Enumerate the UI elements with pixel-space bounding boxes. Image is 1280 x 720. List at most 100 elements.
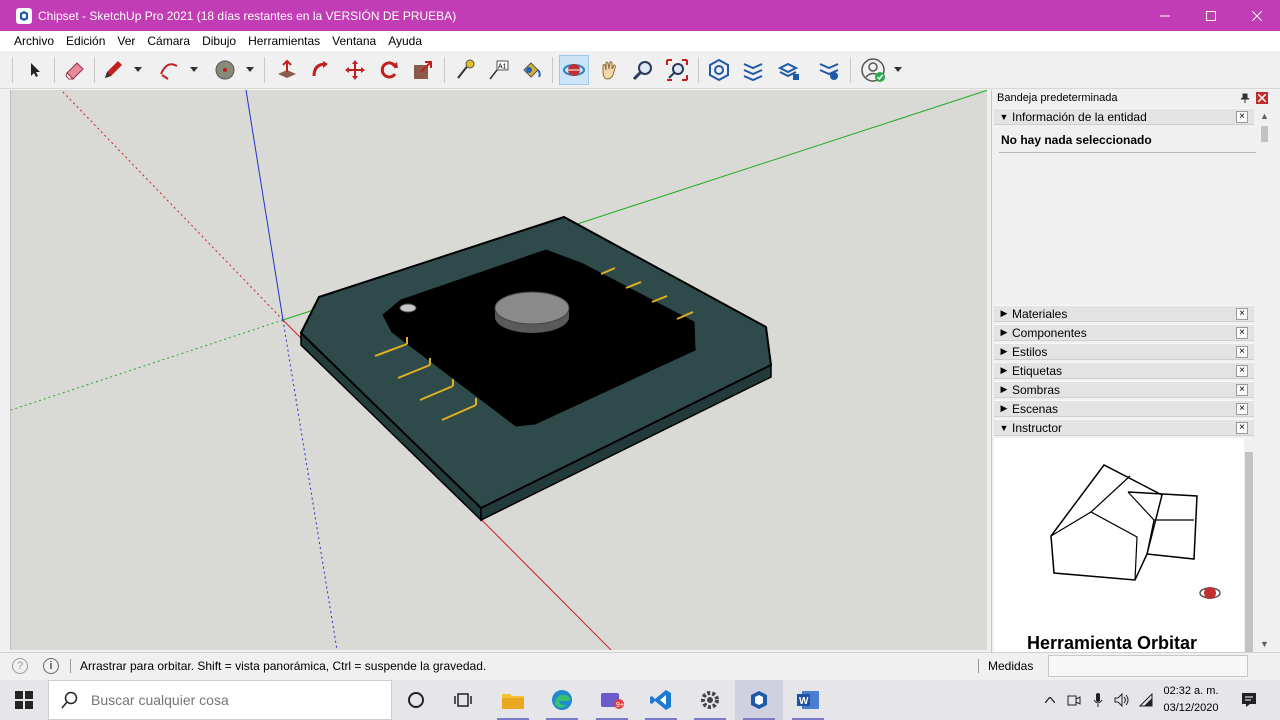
eraser-tool-button[interactable] [60,55,90,85]
word-button[interactable]: W [784,680,832,720]
expanded-triangle-icon: ▼ [999,422,1009,433]
text-tool-button[interactable]: A1 [484,55,514,85]
menu-archivo[interactable]: Archivo [8,31,60,51]
info-icon[interactable]: i [43,658,59,674]
orbit-cursor-icon [1199,587,1221,599]
extension-manager-button[interactable] [814,55,844,85]
orbit-tool-button[interactable] [559,55,589,85]
toolbar-separator [54,57,55,83]
scroll-down-arrow-icon[interactable]: ▼ [1258,638,1271,651]
profile-dropdown[interactable] [893,63,903,75]
panel-escenas[interactable]: ▶ Escenas × [994,400,1254,417]
geolocation-icon[interactable]: ? [12,658,28,674]
volume-button[interactable] [1110,680,1134,720]
search-input[interactable] [91,692,371,708]
arc-tool-button[interactable] [154,55,184,85]
close-panel-button[interactable]: × [1236,327,1248,339]
drawing-viewport[interactable] [10,90,987,650]
instructor-scrollbar[interactable] [1244,438,1254,652]
word-icon: W [797,691,819,709]
offset-tool-button[interactable] [306,55,336,85]
tray-scrollbar[interactable]: ▲ ▼ [1258,110,1271,652]
sketchup-taskbar-button[interactable] [735,680,783,720]
panel-materiales[interactable]: ▶ Materiales × [994,305,1254,322]
zoom-tool-button[interactable] [628,55,658,85]
notification-icon [1242,693,1256,707]
windows-logo-icon [15,691,33,709]
meet-now-button[interactable] [1062,680,1086,720]
menu-camara[interactable]: Cámara [141,31,196,51]
instructor-scroll-thumb[interactable] [1245,452,1253,652]
large-toolset-toolbar: A1 [0,51,1280,89]
network-button[interactable] [1134,680,1158,720]
green-axis-negative [11,319,284,411]
select-tool-button[interactable] [20,55,50,85]
vscode-button[interactable] [637,680,685,720]
microphone-button[interactable] [1086,680,1110,720]
menu-ver[interactable]: Ver [111,31,141,51]
3d-warehouse-button[interactable] [704,55,734,85]
minimize-button[interactable] [1142,0,1188,31]
menu-herramientas[interactable]: Herramientas [242,31,326,51]
wifi-icon [1138,693,1153,707]
close-panel-button[interactable]: × [1236,308,1248,320]
microphone-icon [1093,693,1103,707]
notification-center-button[interactable] [1234,680,1264,720]
show-hidden-icons-button[interactable] [1038,680,1062,720]
panel-componentes[interactable]: ▶ Componentes × [994,324,1254,341]
tape-measure-tool-button[interactable] [450,55,480,85]
pin-icon [1240,93,1250,103]
close-panel-button[interactable]: × [1236,111,1248,123]
panel-entity-info[interactable]: ▼ Información de la entidad × [994,108,1254,125]
close-panel-button[interactable]: × [1236,365,1248,377]
menu-edicion[interactable]: Edición [60,31,111,51]
shapes-tool-button[interactable] [210,55,240,85]
line-tool-button[interactable] [98,55,128,85]
pan-tool-button[interactable] [594,55,624,85]
shapes-tool-dropdown[interactable] [245,63,255,75]
pin-tray-button[interactable] [1239,92,1251,104]
layout-send-button[interactable] [774,55,804,85]
warehouse-icon [709,58,729,82]
cortana-button[interactable] [392,680,440,720]
move-tool-button[interactable] [340,55,370,85]
close-tray-button[interactable] [1256,92,1268,104]
start-button[interactable] [0,680,48,720]
close-window-button[interactable] [1234,0,1280,31]
scale-tool-button[interactable] [408,55,438,85]
file-explorer-button[interactable] [489,680,537,720]
panel-etiquetas[interactable]: ▶ Etiquetas × [994,362,1254,379]
zoom-extents-tool-button[interactable] [662,55,692,85]
taskbar-search[interactable] [48,680,392,720]
line-tool-dropdown[interactable] [133,63,143,75]
close-panel-button[interactable]: × [1236,403,1248,415]
settings-button[interactable] [686,680,734,720]
menu-ventana[interactable]: Ventana [326,31,382,51]
push-pull-tool-button[interactable] [272,55,302,85]
close-panel-button[interactable]: × [1236,346,1248,358]
menu-ayuda[interactable]: Ayuda [382,31,428,51]
panel-estilos[interactable]: ▶ Estilos × [994,343,1254,360]
arc-icon [160,63,178,80]
eraser-icon [65,62,84,80]
extension-warehouse-button[interactable] [738,55,768,85]
panel-sombras[interactable]: ▶ Sombras × [994,381,1254,398]
measurements-input[interactable] [1048,655,1248,677]
mail-button[interactable]: 9+ [588,680,636,720]
arc-tool-dropdown[interactable] [189,63,199,75]
maximize-button[interactable] [1188,0,1234,31]
taskbar-clock[interactable]: 02:32 a. m. 03/12/2020 [1156,683,1226,717]
no-selection-message: No hay nada seleccionado [1001,133,1152,147]
sketchup-app-icon[interactable] [16,7,32,24]
profile-button[interactable] [858,55,888,85]
rotate-tool-button[interactable] [374,55,404,85]
paint-bucket-tool-button[interactable] [516,55,546,85]
edge-browser-button[interactable] [538,680,586,720]
scroll-up-arrow-icon[interactable]: ▲ [1258,110,1271,123]
task-view-button[interactable] [440,680,488,720]
menu-dibujo[interactable]: Dibujo [196,31,242,51]
close-panel-button[interactable]: × [1236,422,1248,434]
panel-instructor[interactable]: ▼ Instructor × [994,419,1254,436]
close-panel-button[interactable]: × [1236,384,1248,396]
tray-scroll-thumb[interactable] [1261,126,1268,142]
